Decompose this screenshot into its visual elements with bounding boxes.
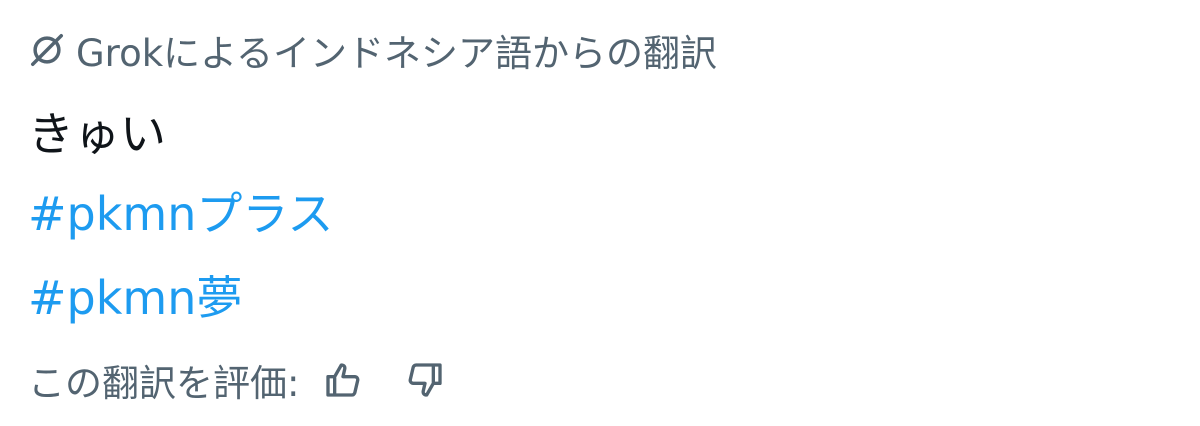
thumbs-down-button[interactable] [399, 354, 451, 406]
translation-header: Grokによるインドネシア語からの翻訳 [28, 24, 717, 76]
hashtag-link-pkmn-plus[interactable]: #pkmnプラス [28, 178, 333, 244]
rate-translation-label: この翻訳を評価: [28, 362, 300, 405]
translated-text: きゅい [28, 107, 166, 161]
thumbs-up-button[interactable] [317, 354, 369, 406]
grok-icon [31, 34, 63, 66]
translation-header-label: Grokによるインドネシア語からの翻訳 [76, 32, 718, 75]
thumbs-down-icon [409, 363, 443, 397]
hashtag-link-pkmn-dream[interactable]: #pkmn夢 [28, 262, 242, 328]
rate-translation-row: この翻訳を評価: [28, 352, 451, 408]
thumbs-up-icon [326, 363, 360, 397]
